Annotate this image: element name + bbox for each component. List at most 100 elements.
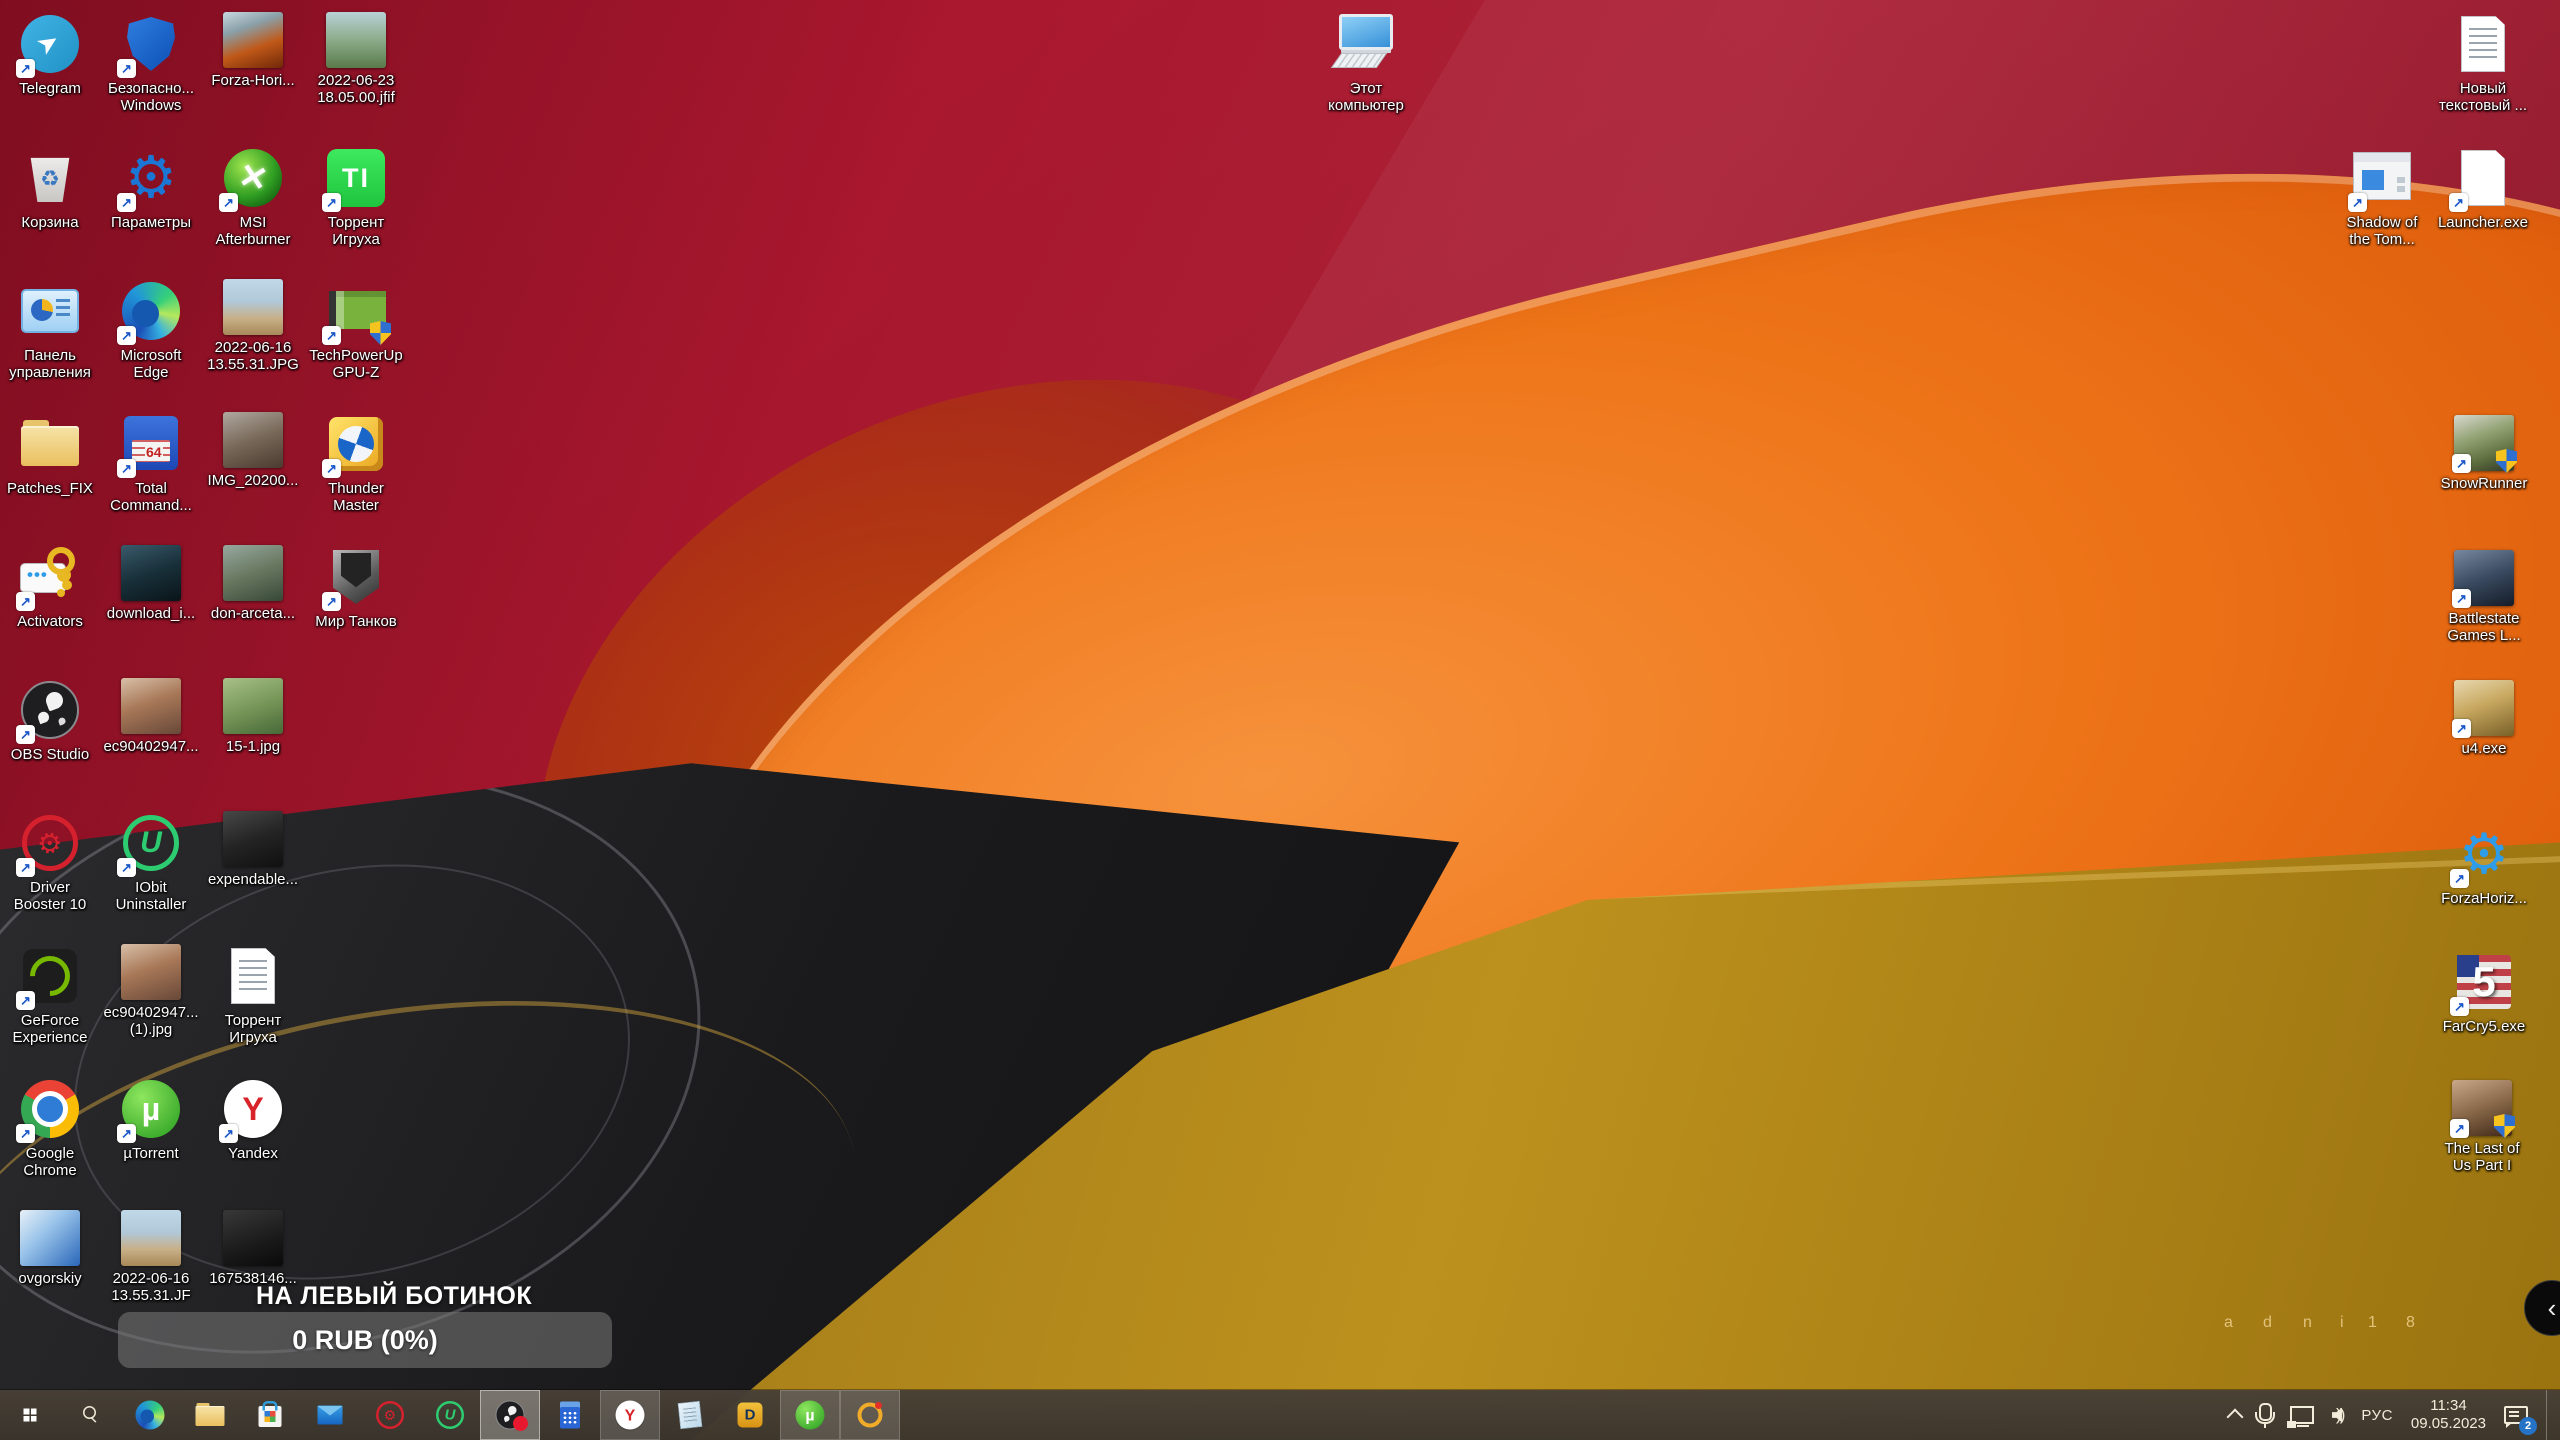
desktop-icon-shadow-of-the-tomb[interactable]: Shadow ofthe Tom... <box>2326 146 2438 248</box>
utorrent-glyph: µ <box>805 1406 814 1425</box>
desktop-icon-this-pc[interactable]: Этоткомпьютер <box>1310 12 1422 114</box>
taskbar-mail-button[interactable] <box>300 1390 360 1440</box>
gpu-z-icon <box>324 279 388 343</box>
taskbar-notepad-button[interactable] <box>660 1390 720 1440</box>
desktop-icon-photo-15-1[interactable]: 15-1.jpg <box>197 678 309 755</box>
speaker-icon <box>2332 1407 2348 1423</box>
desktop-icon-battlestate-games[interactable]: BattlestateGames L... <box>2428 550 2540 644</box>
desktop-icon-download-image[interactable]: download_i... <box>95 545 207 622</box>
clock[interactable]: 11:34 09.05.2023 <box>2411 1390 2486 1440</box>
uac-shield-icon <box>2494 1114 2515 1138</box>
desktop-icon-beach-photo-jpg[interactable]: 2022-06-1613.55.31.JPG <box>197 279 309 373</box>
desktop-icon-the-last-of-us[interactable]: The Last ofUs Part I <box>2426 1080 2538 1174</box>
battlestate-games-icon <box>2454 550 2514 606</box>
icon-label: Telegram <box>19 80 81 97</box>
desktop-icon-photo-jfif[interactable]: 2022-06-2318.05.00.jfif <box>300 12 412 106</box>
taskbar-iobit-uninstaller-button[interactable]: U <box>420 1390 480 1440</box>
taskbar-utorrent-button[interactable]: µ <box>780 1390 840 1440</box>
desktop-icon-snowrunner[interactable]: SnowRunner <box>2428 415 2540 492</box>
desktop-icon-utorrent[interactable]: µµTorrent <box>95 1077 207 1162</box>
desktop-icon-gpu-z[interactable]: TechPowerUpGPU-Z <box>300 279 412 381</box>
desktop-icon-recycle-bin[interactable]: Корзина <box>0 146 106 231</box>
beach-photo-jf-icon <box>121 1210 181 1266</box>
desktop-icon-yandex-browser[interactable]: YYandex <box>197 1077 309 1162</box>
world-of-tanks-icon <box>324 545 388 609</box>
desktop-icon-forza-horizon[interactable]: ForzaHoriz... <box>2428 822 2540 907</box>
this-pc-icon <box>1334 12 1398 76</box>
icon-label: MSIAfterburner <box>215 214 290 248</box>
icon-label: ThunderMaster <box>328 480 384 514</box>
icon-label: IMG_20200... <box>208 472 299 489</box>
volume-tray-icon[interactable]: )) <box>2332 1390 2343 1440</box>
show-desktop-button[interactable] <box>2546 1390 2554 1440</box>
desktop-icon-torrent-igruha-file[interactable]: ТоррентИгруха <box>197 944 309 1046</box>
desktop-icon-forza-photo[interactable]: Forza-Hori... <box>197 12 309 89</box>
taskbar-calculator-button[interactable] <box>540 1390 600 1440</box>
shortcut-arrow-icon <box>2450 869 2469 888</box>
taskbar-start-button[interactable] <box>0 1390 60 1440</box>
desktop-icon-patches-fix-folder[interactable]: Patches_FIX <box>0 412 106 497</box>
taskbar-microsoft-store-button[interactable] <box>240 1390 300 1440</box>
desktop-icon-expendable-poster[interactable]: expendable... <box>197 811 309 888</box>
desktop-icon-windows-security[interactable]: Безопасно...Windows <box>95 12 207 114</box>
desktop-icon-new-text-document[interactable]: Новыйтекстовый ... <box>2427 12 2539 114</box>
desktop-icon-iobit-uninstaller[interactable]: UIObitUninstaller <box>95 811 207 913</box>
icon-label: expendable... <box>208 871 298 888</box>
taskbar-file-explorer-button[interactable] <box>180 1390 240 1440</box>
taskbar-obs-studio-button[interactable] <box>480 1390 540 1440</box>
action-center-button[interactable]: 2 <box>2504 1390 2528 1440</box>
desktop-icon-torrent-igruha[interactable]: TIТоррентИгруха <box>300 146 412 248</box>
desktop-icon-ovgorskiy[interactable]: ovgorskiy <box>0 1210 106 1287</box>
taskbar-search-button[interactable] <box>60 1390 120 1440</box>
watermark-letter: n <box>2303 1314 2312 1332</box>
desktop-icon-ec-photo[interactable]: ec90402947... <box>95 678 207 755</box>
icon-label: u4.exe <box>2461 740 2506 757</box>
taskbar-gold-ring-app-button[interactable] <box>840 1390 900 1440</box>
icon-label: DriverBooster 10 <box>14 879 87 913</box>
desktop-icon-microsoft-edge[interactable]: MicrosoftEdge <box>95 279 207 381</box>
clock-time: 11:34 <box>2411 1397 2486 1415</box>
desktop-icon-telegram[interactable]: Telegram <box>0 12 106 97</box>
icon-label: Безопасно...Windows <box>108 80 194 114</box>
google-chrome-icon <box>18 1077 82 1141</box>
taskbar-driver-booster-button[interactable] <box>360 1390 420 1440</box>
desktop-icon-u4-exe[interactable]: u4.exe <box>2428 680 2540 757</box>
numbered-file-icon <box>223 1210 283 1266</box>
desktop-icon-total-commander[interactable]: 64TotalCommand... <box>95 412 207 514</box>
desktop-icon-geforce-experience[interactable]: GeForceExperience <box>0 944 106 1046</box>
gold-ring-app-icon <box>854 1399 886 1431</box>
desktop-icon-google-chrome[interactable]: GoogleChrome <box>0 1077 106 1179</box>
hidden-icons-button[interactable] <box>2229 1390 2241 1440</box>
icon-label: GoogleChrome <box>23 1145 76 1179</box>
start-icon <box>14 1399 46 1431</box>
desktop-icon-launcher-exe[interactable]: Launcher.exe <box>2427 146 2539 231</box>
desktop-icon-don-arceta-photo[interactable]: don-arceta... <box>197 545 309 622</box>
taskbar-apps: U Y Dµ <box>0 1390 900 1440</box>
microphone-tray-icon[interactable] <box>2259 1390 2272 1440</box>
desktop-icon-farcry5-exe[interactable]: 5FarCry5.exe <box>2428 950 2540 1035</box>
utorrent-icon: µ <box>794 1399 826 1431</box>
desktop-icon-thunder-master[interactable]: ThunderMaster <box>300 412 412 514</box>
taskbar-yandex-browser-button[interactable]: Y <box>600 1390 660 1440</box>
desktop-icon-ec-photo-copy[interactable]: ec90402947...(1).jpg <box>95 944 207 1038</box>
desktop-icon-world-of-tanks[interactable]: Мир Танков <box>300 545 412 630</box>
language-indicator[interactable]: РУС <box>2361 1390 2393 1440</box>
desktop-icon-msi-afterburner[interactable]: MSIAfterburner <box>197 146 309 248</box>
desktop-icon-img-photo[interactable]: IMG_20200... <box>197 412 309 489</box>
taskbar-daemon-tools-button[interactable]: D <box>720 1390 780 1440</box>
desktop-icon-numbered-file[interactable]: 167538146... <box>197 1210 309 1287</box>
obs-studio-icon <box>18 678 82 742</box>
utorrent-icon: µ <box>119 1077 183 1141</box>
desktop-icon-activators[interactable]: •••Activators <box>0 545 106 630</box>
network-tray-icon[interactable] <box>2290 1390 2314 1440</box>
desktop-icon-obs-studio[interactable]: OBS Studio <box>0 678 106 763</box>
icon-label: Yandex <box>228 1145 278 1162</box>
driver-booster-icon <box>18 811 82 875</box>
desktop-icon-driver-booster[interactable]: DriverBooster 10 <box>0 811 106 913</box>
icon-label: TechPowerUpGPU-Z <box>309 347 402 381</box>
taskbar-edge-button[interactable] <box>120 1390 180 1440</box>
desktop-icon-beach-photo-jf[interactable]: 2022-06-1613.55.31.JF <box>95 1210 207 1304</box>
desktop-icon-control-panel[interactable]: Панельуправления <box>0 279 106 381</box>
ec-photo-icon <box>121 678 181 734</box>
desktop-icon-settings[interactable]: Параметры <box>95 146 207 231</box>
